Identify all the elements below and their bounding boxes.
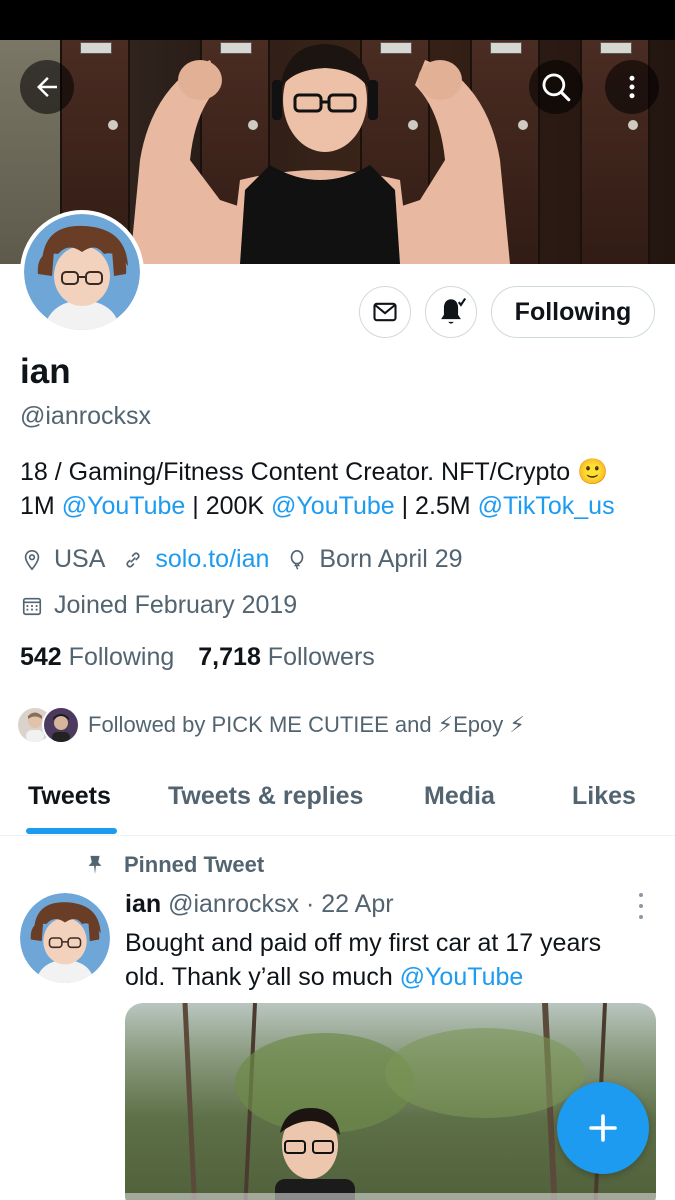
profile-name: ian	[20, 352, 71, 391]
bio-text: | 200K	[185, 492, 272, 520]
banner-photo	[130, 44, 510, 264]
followers-count: 7,718	[198, 643, 261, 671]
profile-handle: @ianrocksx	[20, 402, 151, 430]
tab-tweets[interactable]: Tweets	[28, 782, 111, 811]
envelope-icon	[373, 302, 397, 322]
balloon-icon	[285, 548, 309, 572]
search-icon	[542, 73, 571, 102]
plus-icon	[589, 1114, 617, 1142]
tab-likes[interactable]: Likes	[572, 782, 636, 811]
birthday-item: Born April 29	[285, 545, 463, 574]
link-icon	[121, 548, 145, 572]
profile-avatar[interactable]	[20, 210, 144, 334]
back-button[interactable]	[20, 60, 74, 114]
bio-line-1: 18 / Gaming/Fitness Content Creator. NFT…	[20, 458, 609, 486]
followers-label: Followers	[267, 643, 375, 671]
website-item[interactable]: solo.to/ian	[121, 545, 269, 574]
pinned-text: Pinned Tweet	[124, 852, 265, 877]
follower-avatar	[42, 706, 80, 744]
avatar-illustration	[20, 893, 110, 983]
profile-joined-row: Joined February 2019	[20, 591, 313, 620]
tweet-header: ian @ianrocksx · 22 Apr	[125, 890, 394, 919]
notifications-button[interactable]	[425, 286, 477, 338]
status-bar	[0, 0, 675, 40]
compose-tweet-button[interactable]	[557, 1082, 649, 1174]
website-link[interactable]: solo.to/ian	[155, 545, 269, 574]
location-pin-icon	[20, 548, 44, 572]
calendar-icon	[20, 594, 44, 618]
birthday-text: Born April 29	[319, 545, 463, 573]
bio-mention-tiktok[interactable]: @TikTok_us	[478, 492, 615, 520]
joined-item: Joined February 2019	[20, 591, 297, 620]
profile-meta-row: USA solo.to/ian Born April 29	[20, 545, 479, 574]
more-options-button[interactable]	[605, 60, 659, 114]
location-item: USA	[20, 545, 105, 574]
search-button[interactable]	[529, 60, 583, 114]
following-stat[interactable]: 542 Following	[20, 643, 174, 671]
message-button[interactable]	[359, 286, 411, 338]
joined-text: Joined February 2019	[54, 591, 298, 619]
bio-mention-youtube[interactable]: @YouTube	[271, 492, 395, 520]
tweet-body: Bought and paid off my first car at 17 y…	[125, 929, 602, 991]
tweet-author-handle-date: @ianrocksx · 22 Apr	[168, 890, 394, 918]
bio-text: | 2.5M	[394, 492, 478, 520]
tweet-author-avatar[interactable]	[20, 893, 110, 983]
bio-mention-youtube[interactable]: @YouTube	[62, 492, 186, 520]
tab-tweets-and-replies[interactable]: Tweets & replies	[168, 782, 363, 811]
pinned-tweet-label: Pinned Tweet	[84, 852, 264, 878]
profile-bio: 18 / Gaming/Fitness Content Creator. NFT…	[20, 455, 660, 523]
tweet-mention-youtube[interactable]: @YouTube	[400, 963, 524, 991]
profile-stats: 542 Following 7,718 Followers	[20, 643, 375, 672]
location-text: USA	[54, 545, 106, 573]
followers-stat[interactable]: 7,718 Followers	[198, 643, 375, 671]
bio-text: 1M	[20, 492, 62, 520]
more-vertical-icon	[629, 75, 635, 99]
arrow-left-icon	[37, 77, 57, 97]
followed-by-text: Followed by PICK ME CUTIEE and ⚡Epoy ⚡	[88, 712, 525, 737]
bell-icon	[441, 297, 467, 324]
following-label: Following	[68, 643, 175, 671]
avatar-illustration	[24, 214, 140, 330]
following-button[interactable]: Following	[491, 286, 655, 338]
followed-by-row[interactable]: Followed by PICK ME CUTIEE and ⚡Epoy ⚡	[16, 706, 525, 744]
following-count: 542	[20, 643, 62, 671]
tweet-text: Bought and paid off my first car at 17 y…	[125, 926, 645, 994]
profile-tabs: Tweets Tweets & replies Media Likes	[0, 760, 675, 836]
tweet-more-button[interactable]	[630, 893, 652, 919]
bio-line-2: 1M @YouTube | 200K @YouTube | 2.5M @TikT…	[20, 489, 660, 523]
pin-icon	[88, 855, 102, 875]
tab-media[interactable]: Media	[424, 782, 495, 811]
tweet-author-name[interactable]: ian	[125, 890, 161, 918]
active-tab-indicator	[26, 828, 117, 834]
